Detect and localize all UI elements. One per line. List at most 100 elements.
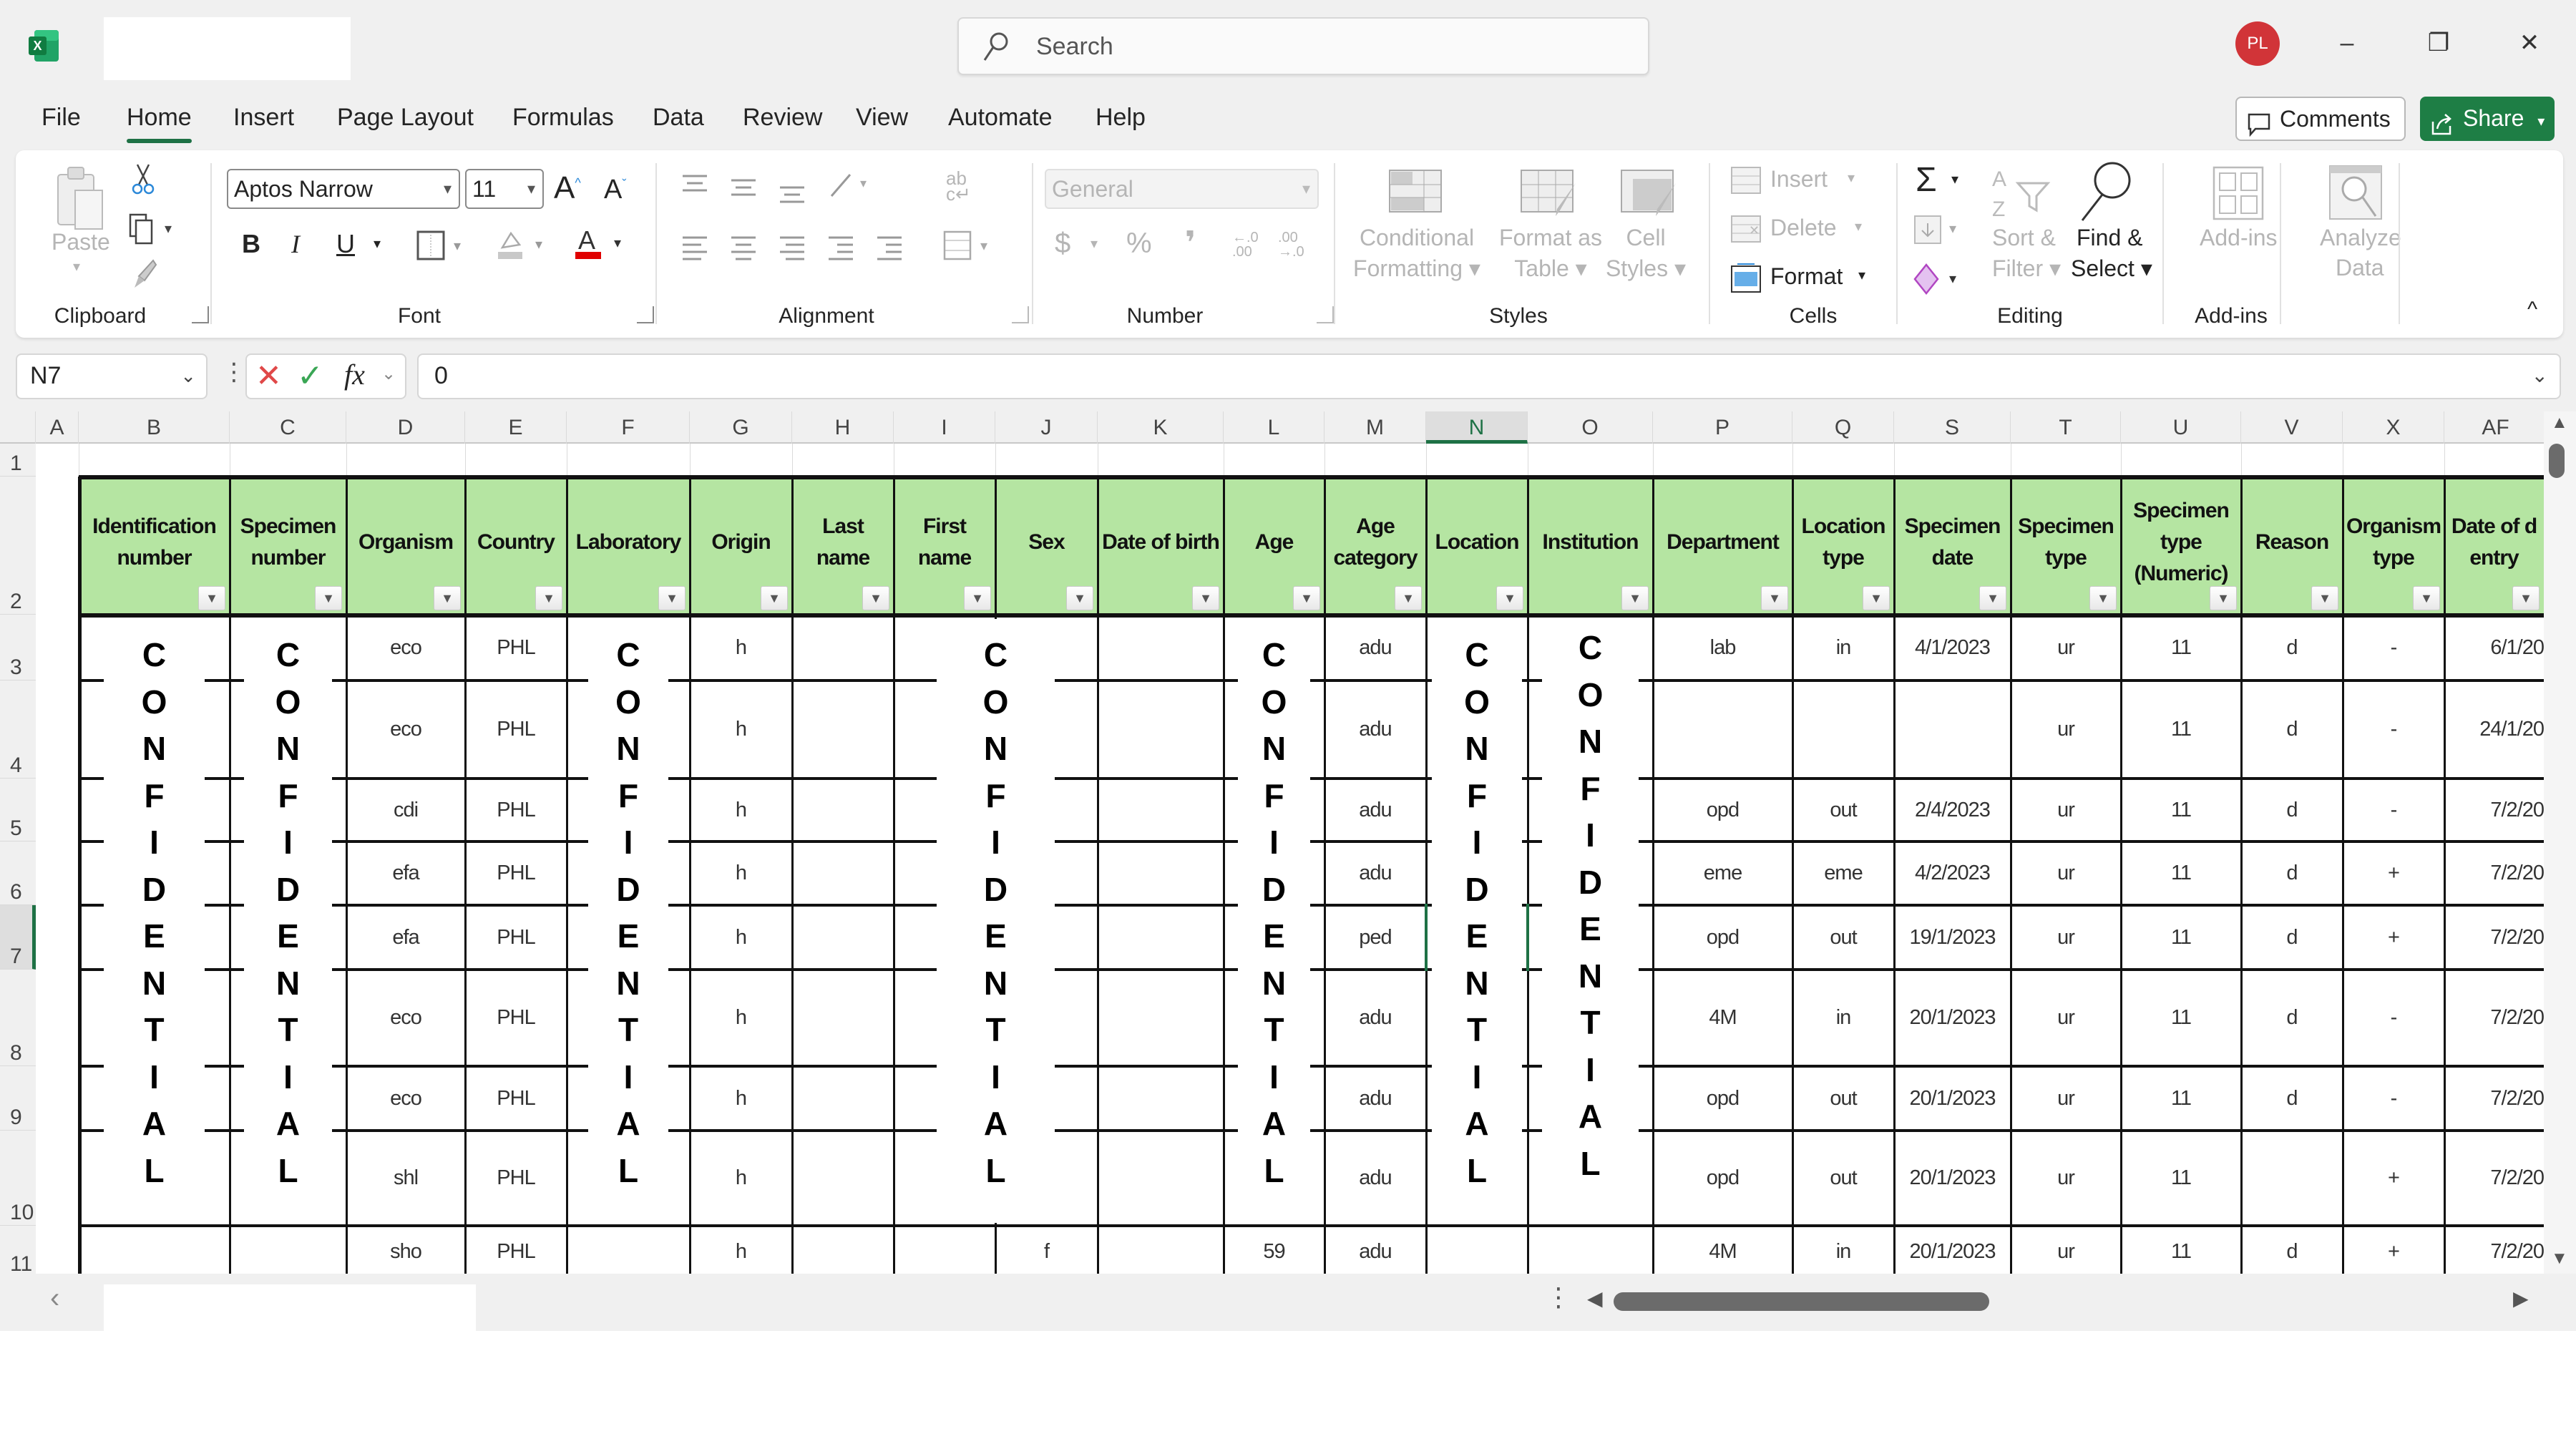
bold-button[interactable]: B: [242, 229, 260, 259]
table-cell[interactable]: adu: [1324, 841, 1426, 905]
add-ins-label[interactable]: Add-ins: [2200, 225, 2278, 251]
spreadsheet-grid[interactable]: A B C D E F G H I J K L M N O P Q S T U V X AF 1 2 3 4 5 6 7 8 9 10 11 I…: [0, 411, 2576, 1274]
filter-dropdown-button[interactable]: ▼: [1293, 586, 1320, 610]
tab-help[interactable]: Help: [1096, 104, 1146, 132]
table-cell[interactable]: [1098, 970, 1224, 1066]
table-cell[interactable]: 20/1/2023: [1894, 970, 2011, 1066]
table-cell[interactable]: opd: [1653, 1131, 1792, 1226]
table-cell[interactable]: eme: [1792, 841, 1894, 905]
horizontal-scroll-thumb[interactable]: [1614, 1292, 1989, 1311]
currency-dropdown-icon[interactable]: ▾: [1091, 235, 1098, 253]
cell-styles-label[interactable]: Cell: [1603, 225, 1689, 251]
table-cell[interactable]: [2241, 1131, 2343, 1226]
filter-dropdown-button[interactable]: ▼: [1192, 586, 1219, 610]
row-header-7[interactable]: 7: [0, 905, 36, 970]
table-cell[interactable]: [1098, 841, 1224, 905]
table-cell[interactable]: ur: [2011, 841, 2121, 905]
table-cell[interactable]: eco: [346, 680, 465, 779]
table-cell[interactable]: PHL: [465, 680, 567, 779]
cell-styles-label-2[interactable]: Styles ▾: [1603, 255, 1689, 282]
search-input[interactable]: Search: [957, 17, 1649, 75]
column-header-t[interactable]: T: [2011, 411, 2121, 444]
table-cell[interactable]: adu: [1324, 615, 1426, 680]
table-cell[interactable]: 2/4/2023: [1894, 779, 2011, 841]
format-as-table-label[interactable]: Format as: [1493, 225, 1608, 251]
table-cell[interactable]: eme: [1653, 841, 1792, 905]
decrease-decimal-icon[interactable]: .00 →.0: [1278, 230, 1304, 259]
delete-cells-label[interactable]: Delete: [1770, 215, 1837, 241]
select-all-corner[interactable]: [0, 411, 36, 444]
column-header-b[interactable]: B: [79, 411, 230, 444]
table-cell[interactable]: opd: [1653, 1066, 1792, 1131]
row-header-11[interactable]: 11: [0, 1226, 36, 1274]
filter-dropdown-button[interactable]: ▼: [315, 586, 342, 610]
table-cell[interactable]: 7/2/20: [2444, 970, 2544, 1066]
format-as-table-label-2[interactable]: Table ▾: [1493, 255, 1608, 282]
table-cell[interactable]: PHL: [465, 1066, 567, 1131]
share-button[interactable]: Share ▾: [2420, 97, 2555, 141]
table-cell[interactable]: [1098, 615, 1224, 680]
table-cell[interactable]: PHL: [465, 1131, 567, 1226]
filter-dropdown-button[interactable]: ▼: [535, 586, 562, 610]
column-header-f[interactable]: F: [567, 411, 690, 444]
tab-review[interactable]: Review: [743, 104, 822, 132]
column-header-g[interactable]: G: [690, 411, 792, 444]
column-header-e[interactable]: E: [465, 411, 567, 444]
table-cell[interactable]: +: [2343, 841, 2444, 905]
decrease-font-size-icon[interactable]: Aˇ: [604, 175, 626, 205]
table-cell[interactable]: [230, 1226, 346, 1274]
table-cell[interactable]: h: [690, 1066, 792, 1131]
scroll-right-icon[interactable]: ▶: [2513, 1287, 2529, 1310]
row-header-8[interactable]: 8: [0, 970, 36, 1066]
column-header-d[interactable]: D: [346, 411, 465, 444]
table-cell[interactable]: h: [690, 779, 792, 841]
table-cell[interactable]: d: [2241, 970, 2343, 1066]
insert-dropdown-icon[interactable]: ▾: [1848, 169, 1855, 187]
table-cell[interactable]: sho: [346, 1226, 465, 1274]
column-header-i[interactable]: I: [894, 411, 995, 444]
table-cell[interactable]: 4M: [1653, 970, 1792, 1066]
table-cell[interactable]: [792, 841, 894, 905]
table-cell[interactable]: d: [2241, 779, 2343, 841]
filter-dropdown-button[interactable]: ▼: [1621, 586, 1649, 610]
selected-cell-n7[interactable]: [1425, 904, 1529, 971]
table-cell[interactable]: [792, 1226, 894, 1274]
table-cell[interactable]: +: [2343, 1131, 2444, 1226]
table-cell[interactable]: [1098, 779, 1224, 841]
table-cell[interactable]: 11: [2121, 970, 2241, 1066]
format-cells-label[interactable]: Format: [1770, 263, 1843, 290]
comma-format-button[interactable]: ❜: [1185, 225, 1196, 261]
column-header-a[interactable]: A: [36, 411, 79, 444]
italic-button[interactable]: I: [291, 229, 300, 259]
row-header-10[interactable]: 10: [0, 1131, 36, 1226]
table-cell[interactable]: adu: [1324, 1066, 1426, 1131]
filter-dropdown-button[interactable]: ▼: [2512, 586, 2540, 610]
filter-dropdown-button[interactable]: ▼: [761, 586, 788, 610]
filter-dropdown-button[interactable]: ▼: [2311, 586, 2338, 610]
table-cell[interactable]: d: [2241, 905, 2343, 970]
delete-cells-icon[interactable]: ✕: [1730, 215, 1762, 247]
paste-label[interactable]: Paste: [52, 229, 110, 255]
row-header-5[interactable]: 5: [0, 779, 36, 841]
autosum-icon[interactable]: Σ: [1916, 160, 1937, 200]
table-cell[interactable]: 11: [2121, 841, 2241, 905]
table-cell[interactable]: [1098, 680, 1224, 779]
table-cell[interactable]: adu: [1324, 779, 1426, 841]
previous-sheet-icon[interactable]: ‹: [50, 1282, 59, 1314]
table-cell[interactable]: 19/1/2023: [1894, 905, 2011, 970]
table-cell[interactable]: 4/1/2023: [1894, 615, 2011, 680]
filter-dropdown-button[interactable]: ▼: [1395, 586, 1422, 610]
table-cell[interactable]: lab: [1653, 615, 1792, 680]
table-cell[interactable]: out: [1792, 779, 1894, 841]
paste-icon[interactable]: [55, 165, 105, 236]
analyze-data-label[interactable]: Analyze: [2320, 225, 2401, 251]
table-cell[interactable]: 6/1/20: [2444, 615, 2544, 680]
table-cell[interactable]: d: [2241, 1066, 2343, 1131]
table-cell[interactable]: [1653, 680, 1792, 779]
table-cell[interactable]: [1792, 680, 1894, 779]
tab-data[interactable]: Data: [653, 104, 704, 132]
paste-dropdown-icon[interactable]: ▾: [73, 258, 80, 275]
vertical-scroll-thumb[interactable]: [2549, 444, 2565, 478]
table-cell[interactable]: h: [690, 615, 792, 680]
comments-button[interactable]: Comments: [2235, 97, 2406, 141]
